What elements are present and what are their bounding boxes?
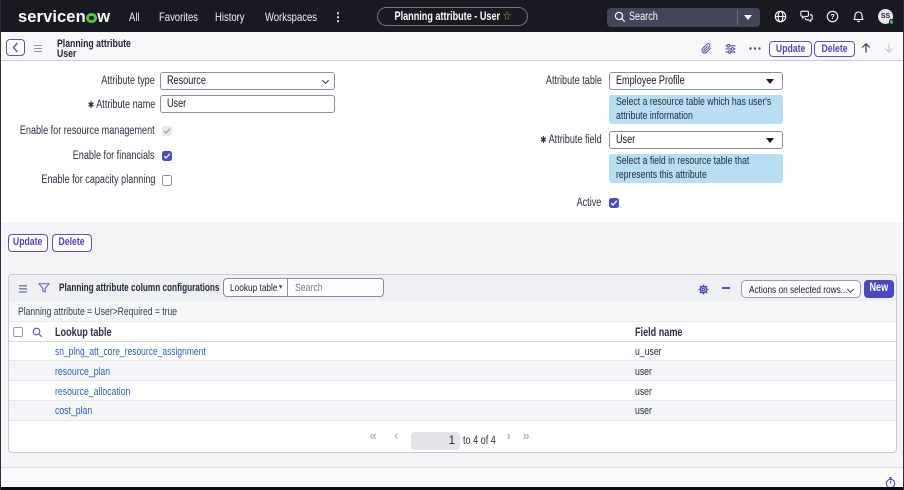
- svg-text:?: ?: [830, 12, 835, 21]
